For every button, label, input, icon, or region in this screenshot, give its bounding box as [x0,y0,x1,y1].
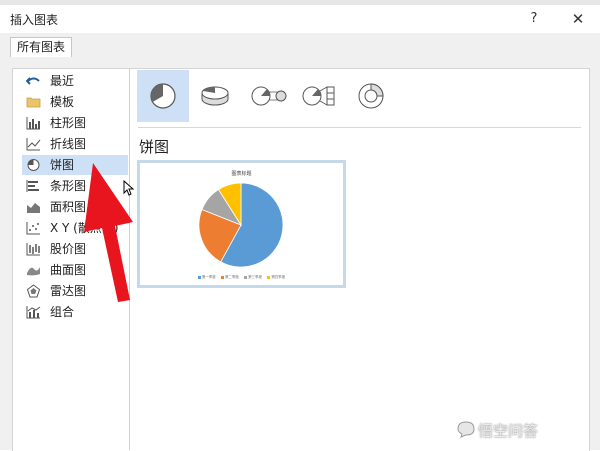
pie-icon [150,83,176,109]
legend-swatch [197,275,201,279]
subtype-pie[interactable] [137,70,189,122]
sidebar-item-scatter[interactable]: X Y (散点图) [22,218,128,238]
subtype-3d-pie[interactable] [189,70,241,122]
undo-icon [26,77,40,85]
doughnut-icon [358,83,384,109]
legend-swatch [220,275,224,279]
legend-label: 第四季度 [271,275,286,279]
preview-legend: 第一季度 第二季度 第三季度 第四季度 [140,275,343,280]
subtype-doughnut[interactable] [345,70,397,122]
line-chart-icon [26,138,41,151]
area-chart-icon [27,203,40,213]
sidebar-item-label: 模板 [50,95,75,109]
sidebar-item-column[interactable]: 柱形图 [22,113,128,133]
section-title: 饼图 [139,138,170,156]
sidebar-item-stock[interactable]: 股价图 [22,239,128,259]
tab-all-charts[interactable]: 所有图表 [10,37,73,58]
folder-icon [26,97,41,108]
sidebar-item-recent[interactable]: 最近 [22,71,128,91]
chart-type-list: 最近 模板 柱形图 折线图 饼图 条形图 面积图 X Y (散点图) 股价图 曲… [12,68,130,450]
close-button[interactable]: ✕ [566,9,590,29]
sidebar-item-label: 组合 [50,305,75,319]
stock-chart-icon [26,243,40,256]
sidebar-item-line[interactable]: 折线图 [22,134,128,154]
legend-label: 第二季度 [224,275,239,279]
subtype-bar-of-pie[interactable] [293,70,345,122]
sidebar-item-label: 饼图 [50,158,75,172]
legend-entry: 第一季度 [197,275,216,279]
tab-strip: 所有图表 [0,33,600,58]
legend-label: 第一季度 [201,275,216,279]
sidebar-item-label: 曲面图 [50,263,87,277]
legend-label: 第三季度 [248,275,263,279]
bar-chart-icon [26,180,39,192]
watermark-text: 悟空问答 [478,422,539,440]
sidebar-item-label: 最近 [50,74,75,88]
mouse-cursor-icon [123,180,135,196]
divider [138,127,581,128]
pie-chart [198,182,284,268]
legend-entry: 第三季度 [244,275,262,279]
legend-entry: 第四季度 [267,275,285,279]
sidebar-item-label: 折线图 [50,137,87,151]
scatter-chart-icon [26,222,40,235]
bar-of-pie-icon [302,86,335,106]
surface-chart-icon [27,267,40,276]
sidebar-item-bar[interactable]: 条形图 [22,176,128,196]
sidebar-item-templates[interactable]: 模板 [22,92,128,112]
combo-chart-icon [26,306,41,319]
sidebar-item-combo[interactable]: 组合 [22,302,128,322]
sidebar-item-label: 雷达图 [50,284,87,298]
sidebar-item-label: X Y (散点图) [50,221,119,235]
sidebar-item-label: 股价图 [50,242,87,256]
radar-chart-icon [26,284,41,298]
sidebar-item-surface[interactable]: 曲面图 [22,260,128,280]
dialog-title: 插入图表 [10,13,59,27]
sidebar-item-area[interactable]: 面积图 [22,197,128,217]
pie-of-pie-icon [251,86,287,106]
watermark-logo-icon [457,421,475,438]
3d-pie-icon [201,86,229,106]
dialog-titlebar[interactable]: 插入图表 ? ✕ [0,5,600,33]
sidebar-item-radar[interactable]: 雷达图 [22,281,128,301]
chart-preview[interactable]: 图表标题 第一季度 第二季度 第三季度 第四季度 [137,160,346,288]
legend-swatch [244,275,248,279]
sidebar-item-pie[interactable]: 饼图 [22,155,128,175]
help-button[interactable]: ? [522,9,546,29]
subtype-pie-of-pie[interactable] [241,70,293,122]
sidebar-item-label: 条形图 [50,179,87,193]
sidebar-item-label: 面积图 [50,200,87,214]
column-chart-icon [26,117,40,130]
legend-entry: 第二季度 [220,275,239,279]
pie-chart-icon [27,159,40,171]
sidebar-item-label: 柱形图 [50,116,87,130]
legend-swatch [267,275,271,279]
